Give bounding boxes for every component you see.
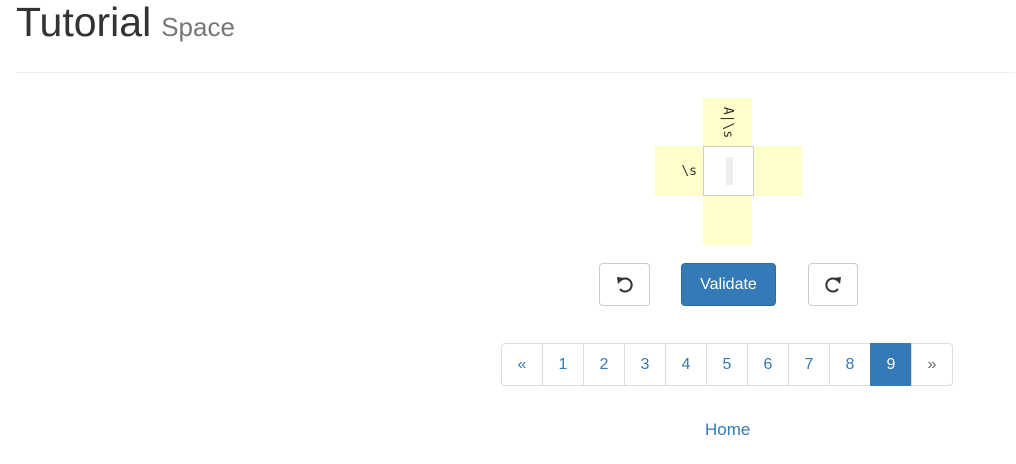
header-divider xyxy=(16,72,1015,73)
redo-icon xyxy=(825,276,841,293)
text-cursor xyxy=(726,157,733,185)
page-9[interactable]: 9 xyxy=(870,343,912,386)
page-next[interactable]: » xyxy=(911,343,953,386)
page-3[interactable]: 3 xyxy=(624,343,666,386)
page-7[interactable]: 7 xyxy=(788,343,830,386)
regex-crossword-grid: A|\s \s xyxy=(655,98,802,245)
page-subtitle: Space xyxy=(161,12,235,42)
validate-button[interactable]: Validate xyxy=(681,263,776,306)
page-6[interactable]: 6 xyxy=(747,343,789,386)
undo-button[interactable] xyxy=(599,263,650,306)
page-5[interactable]: 5 xyxy=(706,343,748,386)
page-4[interactable]: 4 xyxy=(665,343,707,386)
page-header: Tutorial Space xyxy=(16,0,235,44)
answer-cell[interactable] xyxy=(703,146,754,196)
page-8[interactable]: 8 xyxy=(829,343,871,386)
column-hint-bottom xyxy=(703,196,752,245)
redo-button[interactable] xyxy=(808,263,858,306)
column-hint: A|\s xyxy=(703,98,752,146)
page-prev[interactable]: « xyxy=(501,343,543,386)
pagination: « 1 2 3 4 5 6 7 8 9 » xyxy=(501,343,953,386)
page-1[interactable]: 1 xyxy=(542,343,584,386)
page-2[interactable]: 2 xyxy=(583,343,625,386)
row-hint: \s xyxy=(655,146,704,196)
undo-icon xyxy=(616,276,633,293)
page-title: Tutorial xyxy=(16,0,152,45)
column-hint-text: A|\s xyxy=(720,106,735,138)
home-link[interactable]: Home xyxy=(705,420,750,440)
row-hint-text: \s xyxy=(681,163,697,179)
row-hint-right xyxy=(752,146,802,196)
